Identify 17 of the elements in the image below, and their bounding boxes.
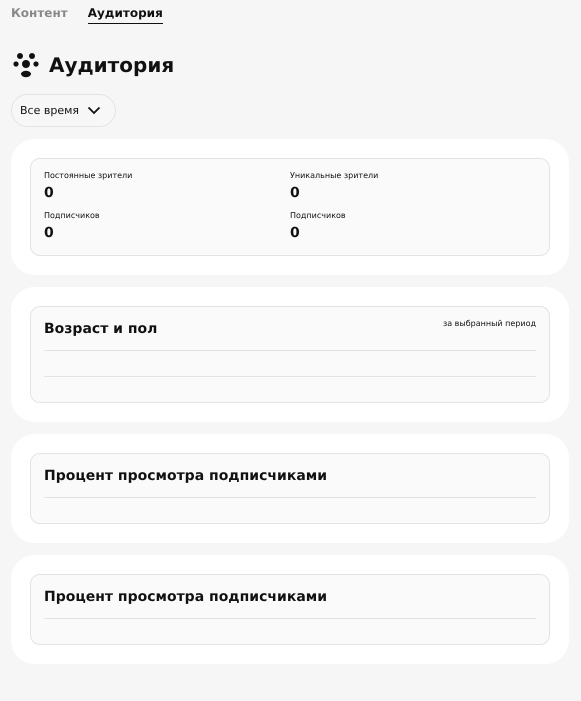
section-title: Возраст и пол: [44, 320, 158, 337]
stat-value: 0: [44, 225, 55, 241]
stat-label: Постоянные зрители: [44, 171, 134, 180]
chevron-down-icon: [87, 106, 102, 115]
stat-value: 0: [44, 185, 55, 201]
page-title: Аудитория: [49, 53, 174, 77]
stat-value: 0: [290, 185, 301, 201]
stat-label: Подписчиков: [44, 211, 101, 220]
tab[interactable]: Аудитория: [88, 0, 163, 24]
section-title: Процент просмотра подписчиками: [44, 588, 328, 605]
stat-label: Уникальные зрители: [290, 171, 380, 180]
stat-label: Подписчиков: [290, 211, 347, 220]
period-note: за выбранный период: [442, 319, 536, 328]
period-dropdown[interactable]: Все время: [11, 94, 116, 127]
stat-value: 0: [290, 225, 301, 241]
section-title: Процент просмотра подписчиками: [44, 467, 328, 484]
people-group-icon: [13, 52, 39, 78]
